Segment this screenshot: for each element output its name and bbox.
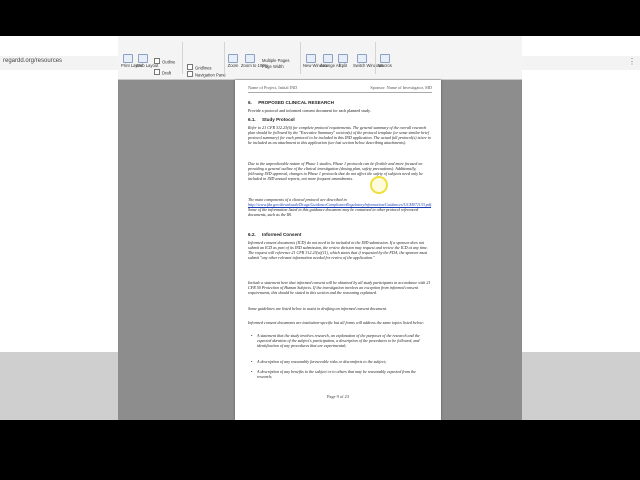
page-width-button[interactable]: Page Width bbox=[262, 64, 284, 70]
zoom-icon bbox=[228, 54, 238, 63]
print-layout-button[interactable]: Print Layout bbox=[121, 54, 143, 69]
menu-dots-icon[interactable]: ⋮ bbox=[628, 57, 636, 66]
browser-content-right bbox=[522, 70, 640, 388]
view-ribbon: Print Layout Web Layout Outline Draft Gr… bbox=[118, 36, 522, 80]
switch-windows-button[interactable]: Switch Windows bbox=[353, 54, 383, 69]
protocol-paragraph-2: Due to the unpredictable nature of Phase… bbox=[248, 161, 423, 182]
zoom-100-button[interactable]: Zoom to 100% bbox=[241, 54, 268, 69]
ribbon-divider bbox=[300, 42, 301, 74]
macros-icon bbox=[380, 54, 390, 63]
page-header: Name of Project, Initial IND Sponsor: Na… bbox=[248, 85, 432, 90]
subsection-title-protocol: 6.1. Study Protocol bbox=[248, 117, 295, 122]
protocol-paragraph-3: The main components of a clinical protoc… bbox=[248, 197, 432, 217]
list-item: A statement that the study involves rese… bbox=[251, 333, 427, 348]
section-intro: Provide a protocol and informed consent … bbox=[248, 108, 371, 113]
consent-paragraph-1: Informed consent documents (ICD) do not … bbox=[248, 240, 428, 261]
zoom-label: Zoom bbox=[227, 63, 239, 68]
arrange-all-icon bbox=[323, 54, 333, 63]
switch-windows-icon bbox=[357, 54, 367, 63]
protocol-paragraph-1: Refer to 21 CFR 312.23(6) for complete p… bbox=[248, 125, 431, 146]
print-layout-icon bbox=[123, 54, 133, 63]
split-label: Split bbox=[338, 63, 348, 68]
ribbon-divider bbox=[182, 42, 183, 74]
header-right: Sponsor: Name of Investigator, MD bbox=[370, 85, 432, 90]
zoom-100-icon bbox=[245, 54, 255, 63]
ribbon-divider bbox=[375, 42, 376, 74]
browser-content-left bbox=[0, 70, 118, 388]
header-rule bbox=[248, 92, 432, 93]
word-window: Print Layout Web Layout Outline Draft Gr… bbox=[118, 36, 522, 420]
web-layout-icon bbox=[138, 54, 148, 63]
new-window-icon bbox=[306, 54, 316, 63]
macros-label: Macros bbox=[378, 63, 392, 68]
macros-button[interactable]: Macros bbox=[378, 54, 392, 69]
consent-paragraph-2: Include a statement here that informed c… bbox=[248, 280, 431, 296]
page-footer: Page 9 of 23 bbox=[326, 394, 350, 399]
screen: regardd.org/resources ⋮ Print Layout Web… bbox=[0, 36, 640, 420]
subsection-title-consent: 6.2. Informed Consent bbox=[248, 232, 302, 237]
multiple-pages-button[interactable]: Multiple Pages bbox=[262, 58, 289, 64]
outline-option[interactable]: Outline bbox=[154, 58, 175, 65]
list-item: A description of any benefits to the sub… bbox=[251, 369, 427, 379]
section-title: 6. PROPOSED CLINICAL RESEARCH bbox=[248, 100, 334, 105]
browser-toolbar-right: ⋮ bbox=[522, 56, 640, 70]
gridlines-checkbox[interactable]: Gridlines bbox=[187, 64, 212, 71]
zoom-button[interactable]: Zoom bbox=[226, 54, 240, 69]
new-window-button[interactable]: New Window bbox=[303, 54, 327, 69]
document-page[interactable]: Name of Project, Initial IND Sponsor: Na… bbox=[235, 80, 441, 420]
browser-address-bar[interactable]: regardd.org/resources bbox=[0, 56, 118, 70]
draft-option[interactable]: Draft bbox=[154, 69, 171, 76]
header-left: Name of Project, Initial IND bbox=[248, 85, 298, 90]
consent-paragraph-4: Informed consent documents are instituti… bbox=[248, 320, 424, 325]
web-layout-button[interactable]: Web Layout bbox=[136, 54, 158, 69]
ribbon-divider bbox=[224, 42, 225, 74]
url-text[interactable]: regardd.org/resources bbox=[3, 58, 62, 64]
navigation-pane-checkbox[interactable]: Navigation Pane bbox=[187, 71, 226, 78]
arrange-all-button[interactable]: Arrange All bbox=[320, 54, 340, 69]
split-button[interactable]: Split bbox=[337, 54, 349, 69]
cursor-highlight-icon bbox=[370, 176, 388, 194]
list-item: A description of any reasonably foreseea… bbox=[251, 359, 427, 364]
split-icon bbox=[338, 54, 348, 63]
consent-paragraph-3: Some guidelines are listed below to assi… bbox=[248, 306, 387, 311]
